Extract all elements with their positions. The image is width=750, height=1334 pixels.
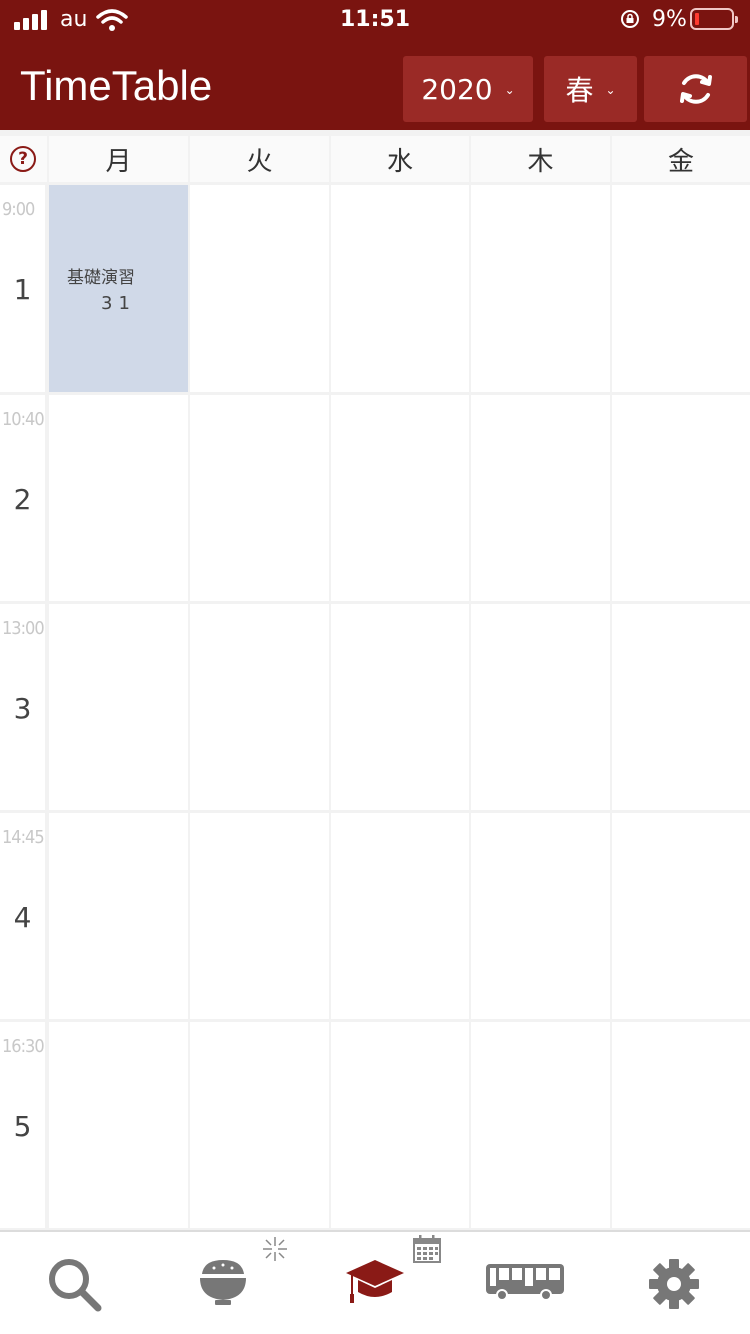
- timetable-slot[interactable]: [471, 185, 610, 392]
- tab-timetable[interactable]: [300, 1230, 450, 1334]
- calendar-icon: [413, 1235, 441, 1263]
- timetable-slot[interactable]: [49, 813, 188, 1019]
- timetable-slot[interactable]: [612, 1022, 750, 1228]
- timetable-slot[interactable]: [471, 395, 610, 601]
- day-header-fri: 金: [612, 136, 750, 182]
- period-number: 2: [13, 483, 32, 516]
- period-label-5: 16:30 5: [0, 1022, 45, 1228]
- chevron-down-icon: ⌄: [504, 83, 515, 97]
- orientation-lock-icon: [621, 10, 639, 28]
- timetable-slot[interactable]: [190, 395, 329, 601]
- rice-bowl-icon: [200, 1260, 246, 1305]
- search-icon: [49, 1259, 102, 1312]
- timetable-slot[interactable]: [471, 604, 610, 810]
- period-number: 5: [13, 1110, 32, 1143]
- period-label-2: 10:40 2: [0, 395, 45, 601]
- timetable-slot[interactable]: [49, 604, 188, 810]
- sync-button[interactable]: [644, 56, 747, 122]
- help-icon[interactable]: ?: [10, 146, 36, 172]
- timetable-slot[interactable]: [612, 185, 750, 392]
- timetable-slot[interactable]: [612, 604, 750, 810]
- day-header-tue: 火: [190, 136, 329, 182]
- timetable-slot[interactable]: [190, 185, 329, 392]
- course-room: 31: [101, 293, 136, 314]
- term-value: 春: [565, 74, 594, 107]
- battery-percent: 9%: [652, 7, 687, 32]
- tab-settings[interactable]: [600, 1230, 750, 1334]
- timetable-slot[interactable]: [190, 813, 329, 1019]
- timetable-slot[interactable]: [331, 185, 469, 392]
- period-start-time: 10:40: [2, 409, 45, 430]
- battery-icon: [690, 8, 738, 30]
- year-select[interactable]: 2020 ⌄: [403, 56, 533, 122]
- period-label-3: 13:00 3: [0, 604, 45, 810]
- timetable-slot[interactable]: [331, 395, 469, 601]
- refresh-icon: [679, 74, 712, 104]
- day-header-thu: 木: [471, 136, 610, 182]
- day-header-wed: 水: [331, 136, 469, 182]
- timetable-slot[interactable]: [331, 813, 469, 1019]
- timetable-slot[interactable]: [471, 813, 610, 1019]
- period-number: 1: [13, 273, 32, 306]
- period-label-4: 14:45 4: [0, 813, 45, 1019]
- timetable-slot[interactable]: [612, 813, 750, 1019]
- day-header-row: 月 火 水 木 金: [0, 136, 750, 182]
- timetable-slot[interactable]: [331, 604, 469, 810]
- tab-bus[interactable]: [450, 1230, 600, 1334]
- period-start-time: 13:00: [2, 618, 45, 639]
- timetable-slot[interactable]: [612, 395, 750, 601]
- tab-search[interactable]: [0, 1230, 150, 1334]
- period-number: 4: [13, 901, 32, 934]
- timetable-slot[interactable]: [331, 1022, 469, 1228]
- period-start-time: 14:45: [2, 827, 45, 848]
- period-start-time: 9:00: [2, 199, 35, 220]
- tab-cafeteria[interactable]: [150, 1230, 300, 1334]
- status-bar: au 11:51 9%: [0, 0, 750, 40]
- course-slot[interactable]: 基礎演習 31: [49, 185, 188, 392]
- chevron-down-icon: ⌄: [605, 83, 616, 97]
- period-start-time: 16:30: [2, 1036, 45, 1057]
- period-number: 3: [13, 692, 32, 725]
- expand-arrows-icon: [263, 1237, 287, 1261]
- timetable-slot[interactable]: [190, 604, 329, 810]
- term-select[interactable]: 春 ⌄: [544, 56, 637, 122]
- timetable-slot[interactable]: [49, 395, 188, 601]
- period-label-1: 9:00 1: [0, 185, 45, 392]
- bus-icon: [486, 1264, 564, 1301]
- app-title: TimeTable: [20, 62, 213, 109]
- course-name: 基礎演習: [67, 268, 135, 288]
- timetable-slot[interactable]: [190, 1022, 329, 1228]
- timetable-slot[interactable]: [49, 1022, 188, 1228]
- graduation-cap-icon: [346, 1260, 404, 1303]
- year-value: 2020: [421, 72, 493, 106]
- day-header-mon: 月: [49, 136, 188, 182]
- timetable-slot[interactable]: [471, 1022, 610, 1228]
- gear-icon: [649, 1259, 699, 1309]
